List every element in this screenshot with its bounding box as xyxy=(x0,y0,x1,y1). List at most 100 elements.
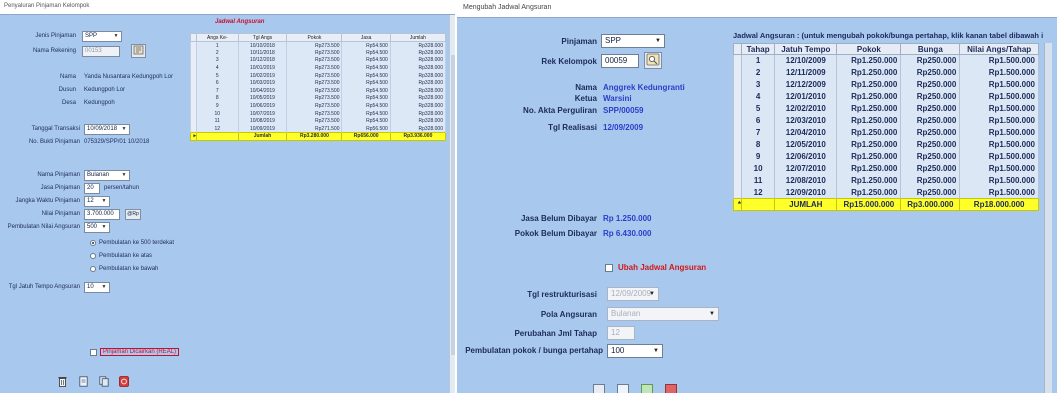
radio-pembulatan-terdekat[interactable]: Pembulatan ke 500 terdekat xyxy=(90,240,174,246)
column-header[interactable]: Jumlah xyxy=(389,33,447,42)
new-button[interactable] xyxy=(78,375,89,387)
save-button[interactable] xyxy=(593,384,605,393)
table-row[interactable]: 12 10/09/2019 Rp271.500 Rp56.500 Rp328.000 xyxy=(190,125,447,133)
total-row-marker: * xyxy=(733,198,742,211)
table-row[interactable]: 2 10/11/2018 Rp273.500 Rp54.500 Rp328.000 xyxy=(190,49,447,57)
nama-pinjaman-select[interactable]: Bulanan ▼ xyxy=(84,170,130,181)
column-header[interactable]: Nilai Angs/Tahap xyxy=(959,43,1039,55)
pinjaman-dicairkan-checkbox[interactable]: Pinjaman Dicairkan (REAL) xyxy=(90,348,180,356)
tgl-restrukturisasi-field[interactable]: 12/09/2009 ▼ xyxy=(607,287,659,301)
column-header[interactable]: Jatuh Tempo xyxy=(774,43,838,55)
table-total-row[interactable]: ▸ Jumlah Rp3.280.000 Rp656.000 Rp3.936.000 xyxy=(190,132,447,141)
table-row[interactable]: 10 12/07/2010 Rp1.250.000 Rp250.000 Rp1.500.… xyxy=(733,162,1039,175)
radio-pembulatan-atas[interactable]: Pembulatan ke atas xyxy=(90,253,152,259)
new-button[interactable] xyxy=(617,384,629,393)
radio-pembulatan-bawah[interactable]: Pembulatan ke bawah xyxy=(90,266,158,272)
group-lookup-button[interactable] xyxy=(644,52,662,69)
table-row[interactable]: 10 10/07/2019 Rp273.500 Rp54.500 Rp328.000 xyxy=(190,109,447,118)
table-cell: 5 xyxy=(196,71,239,80)
jenis-pinjaman-select[interactable]: SPP ▼ xyxy=(82,31,122,42)
new-icon xyxy=(617,384,629,393)
nilai-pinjaman-field[interactable]: 3.700.000 xyxy=(84,209,120,220)
no-bukti-value: 075329/SPP/01 10/2018 xyxy=(84,139,150,145)
table-cell: Rp1.500.000 xyxy=(959,126,1039,139)
table-total-row[interactable]: * JUMLAH Rp15.000.000 Rp3.000.000 Rp18.000.0… xyxy=(733,198,1039,211)
table-cell: 12/10/2009 xyxy=(774,54,838,67)
total-cell: Rp3.936.000 xyxy=(389,132,447,141)
lookup-icon xyxy=(133,45,144,55)
table-row[interactable]: 12 12/09/2010 Rp1.250.000 Rp250.000 Rp1.500.… xyxy=(733,186,1039,199)
table-row[interactable]: 4 10/01/2019 Rp273.500 Rp54.500 Rp328.000 xyxy=(190,64,447,72)
table-cell: 7 xyxy=(740,126,776,139)
table-cell: Rp1.250.000 xyxy=(836,102,902,115)
column-header[interactable]: Jasa xyxy=(341,33,391,42)
table-row[interactable]: 7 10/04/2019 Rp273.500 Rp54.500 Rp328.000 xyxy=(190,87,447,95)
checkbox-box xyxy=(605,263,613,272)
schedule-table[interactable]: Angs Ke- Tgl Angs Pokok Jasa Jumlah 1 10/… xyxy=(190,33,447,141)
total-cell: JUMLAH xyxy=(774,198,838,211)
delete-button[interactable] xyxy=(57,375,68,387)
table-row[interactable]: 3 10/12/2018 Rp273.500 Rp54.500 Rp328.000 xyxy=(190,56,447,65)
table-cell: Rp1.500.000 xyxy=(959,90,1039,103)
table-cell: Rp273.500 xyxy=(286,94,343,103)
lookup-button[interactable] xyxy=(131,44,146,58)
column-header[interactable]: Pokok xyxy=(836,43,902,55)
chevron-down-icon: ▼ xyxy=(101,224,107,230)
window-scrollbar[interactable] xyxy=(449,15,455,393)
column-header[interactable]: Tahap xyxy=(740,43,776,55)
table-cell: Rp250.000 xyxy=(900,126,961,139)
total-cell: Rp15.000.000 xyxy=(836,198,902,211)
row-indicator xyxy=(733,78,742,91)
table-row[interactable]: 1 10/10/2018 Rp273.500 Rp54.500 Rp328.000 xyxy=(190,41,447,50)
scrollbar-thumb[interactable] xyxy=(451,55,455,355)
column-header[interactable]: Tgl Angs xyxy=(237,33,288,42)
jangka-waktu-select[interactable]: 12 ▼ xyxy=(84,196,110,207)
table-row[interactable]: 6 10/03/2019 Rp273.500 Rp54.500 Rp328.000 xyxy=(190,79,447,88)
column-header[interactable]: Angs Ke- xyxy=(196,33,239,42)
column-header[interactable]: Bunga xyxy=(900,43,961,55)
close-button[interactable] xyxy=(118,375,129,387)
table-row[interactable]: 3 12/12/2009 Rp1.250.000 Rp250.000 Rp1.500.0… xyxy=(733,78,1039,91)
table-row[interactable]: 11 10/08/2019 Rp273.500 Rp54.500 Rp328.000 xyxy=(190,117,447,126)
copy-button[interactable] xyxy=(98,375,109,387)
perubahan-jml-field[interactable]: 12 xyxy=(607,326,635,340)
table-cell: Rp1.250.000 xyxy=(836,78,902,91)
table-row[interactable]: 8 12/05/2010 Rp1.250.000 Rp250.000 Rp1.500.0… xyxy=(733,138,1039,151)
table-row[interactable]: 4 12/01/2010 Rp1.250.000 Rp250.000 Rp1.500.0… xyxy=(733,90,1039,103)
table-row[interactable]: 5 10/02/2019 Rp273.500 Rp54.500 Rp328.000 xyxy=(190,71,447,80)
table-row[interactable]: 6 12/03/2010 Rp1.250.000 Rp250.000 Rp1.500.0… xyxy=(733,114,1039,127)
table-cell: 1 xyxy=(740,54,776,67)
table-scrollbar[interactable] xyxy=(1044,43,1052,393)
close-icon xyxy=(118,375,129,387)
table-row[interactable]: 7 12/04/2010 Rp1.250.000 Rp250.000 Rp1.500.0… xyxy=(733,126,1039,139)
pinjaman-select[interactable]: SPP ▼ xyxy=(601,34,665,48)
table-cell: Rp54.500 xyxy=(341,102,391,110)
tanggal-transaksi-field[interactable]: 10/09/2018 ▼ xyxy=(84,124,130,135)
table-cell: Rp1.500.000 xyxy=(959,174,1039,187)
table-row[interactable]: 1 12/10/2009 Rp1.250.000 Rp250.000 Rp1.500.0… xyxy=(733,54,1039,67)
table-row[interactable]: 11 12/08/2010 Rp1.250.000 Rp250.000 Rp1.500.… xyxy=(733,174,1039,187)
pola-angsuran-select[interactable]: Bulanan ▼ xyxy=(607,307,719,321)
table-row[interactable]: 5 12/02/2010 Rp1.250.000 Rp250.000 Rp1.500.0… xyxy=(733,102,1039,115)
table-cell: Rp328.000 xyxy=(389,94,447,103)
column-header[interactable]: Pokok xyxy=(286,33,343,42)
pembulatan-select[interactable]: 500 ▼ xyxy=(84,222,110,233)
table-row[interactable]: 9 10/06/2019 Rp273.500 Rp54.500 Rp328.000 xyxy=(190,102,447,110)
tgl-jatuh-tempo-select[interactable]: 10 ▼ xyxy=(84,282,110,293)
table-row[interactable]: 8 10/05/2019 Rp273.500 Rp54.500 Rp328.000 xyxy=(190,94,447,103)
ubah-jadwal-checkbox[interactable]: Ubah Jadwal Angsuran xyxy=(605,263,706,272)
chevron-down-icon: ▼ xyxy=(101,198,107,204)
row-indicator xyxy=(733,66,742,79)
table-row[interactable]: 2 12/11/2009 Rp1.250.000 Rp250.000 Rp1.500.0… xyxy=(733,66,1039,79)
rek-kelompok-field[interactable]: 00059 xyxy=(601,54,639,68)
close-button[interactable] xyxy=(665,384,677,393)
nama-rekening-field[interactable]: 00153 xyxy=(82,46,120,57)
confirm-button[interactable] xyxy=(641,384,653,393)
pembulatan-select[interactable]: 100 ▼ xyxy=(607,344,663,358)
chevron-down-icon: ▼ xyxy=(121,126,127,132)
jasa-pinjaman-field[interactable]: 20 xyxy=(84,183,100,194)
desa-value: Kedungpoh xyxy=(84,100,115,106)
schedule-table[interactable]: Tahap Jatuh Tempo Pokok Bunga Nilai Angs… xyxy=(733,43,1039,211)
nilai-pinjaman-button[interactable]: @Rp xyxy=(125,209,141,220)
table-row[interactable]: 9 12/06/2010 Rp1.250.000 Rp250.000 Rp1.500.0… xyxy=(733,150,1039,163)
